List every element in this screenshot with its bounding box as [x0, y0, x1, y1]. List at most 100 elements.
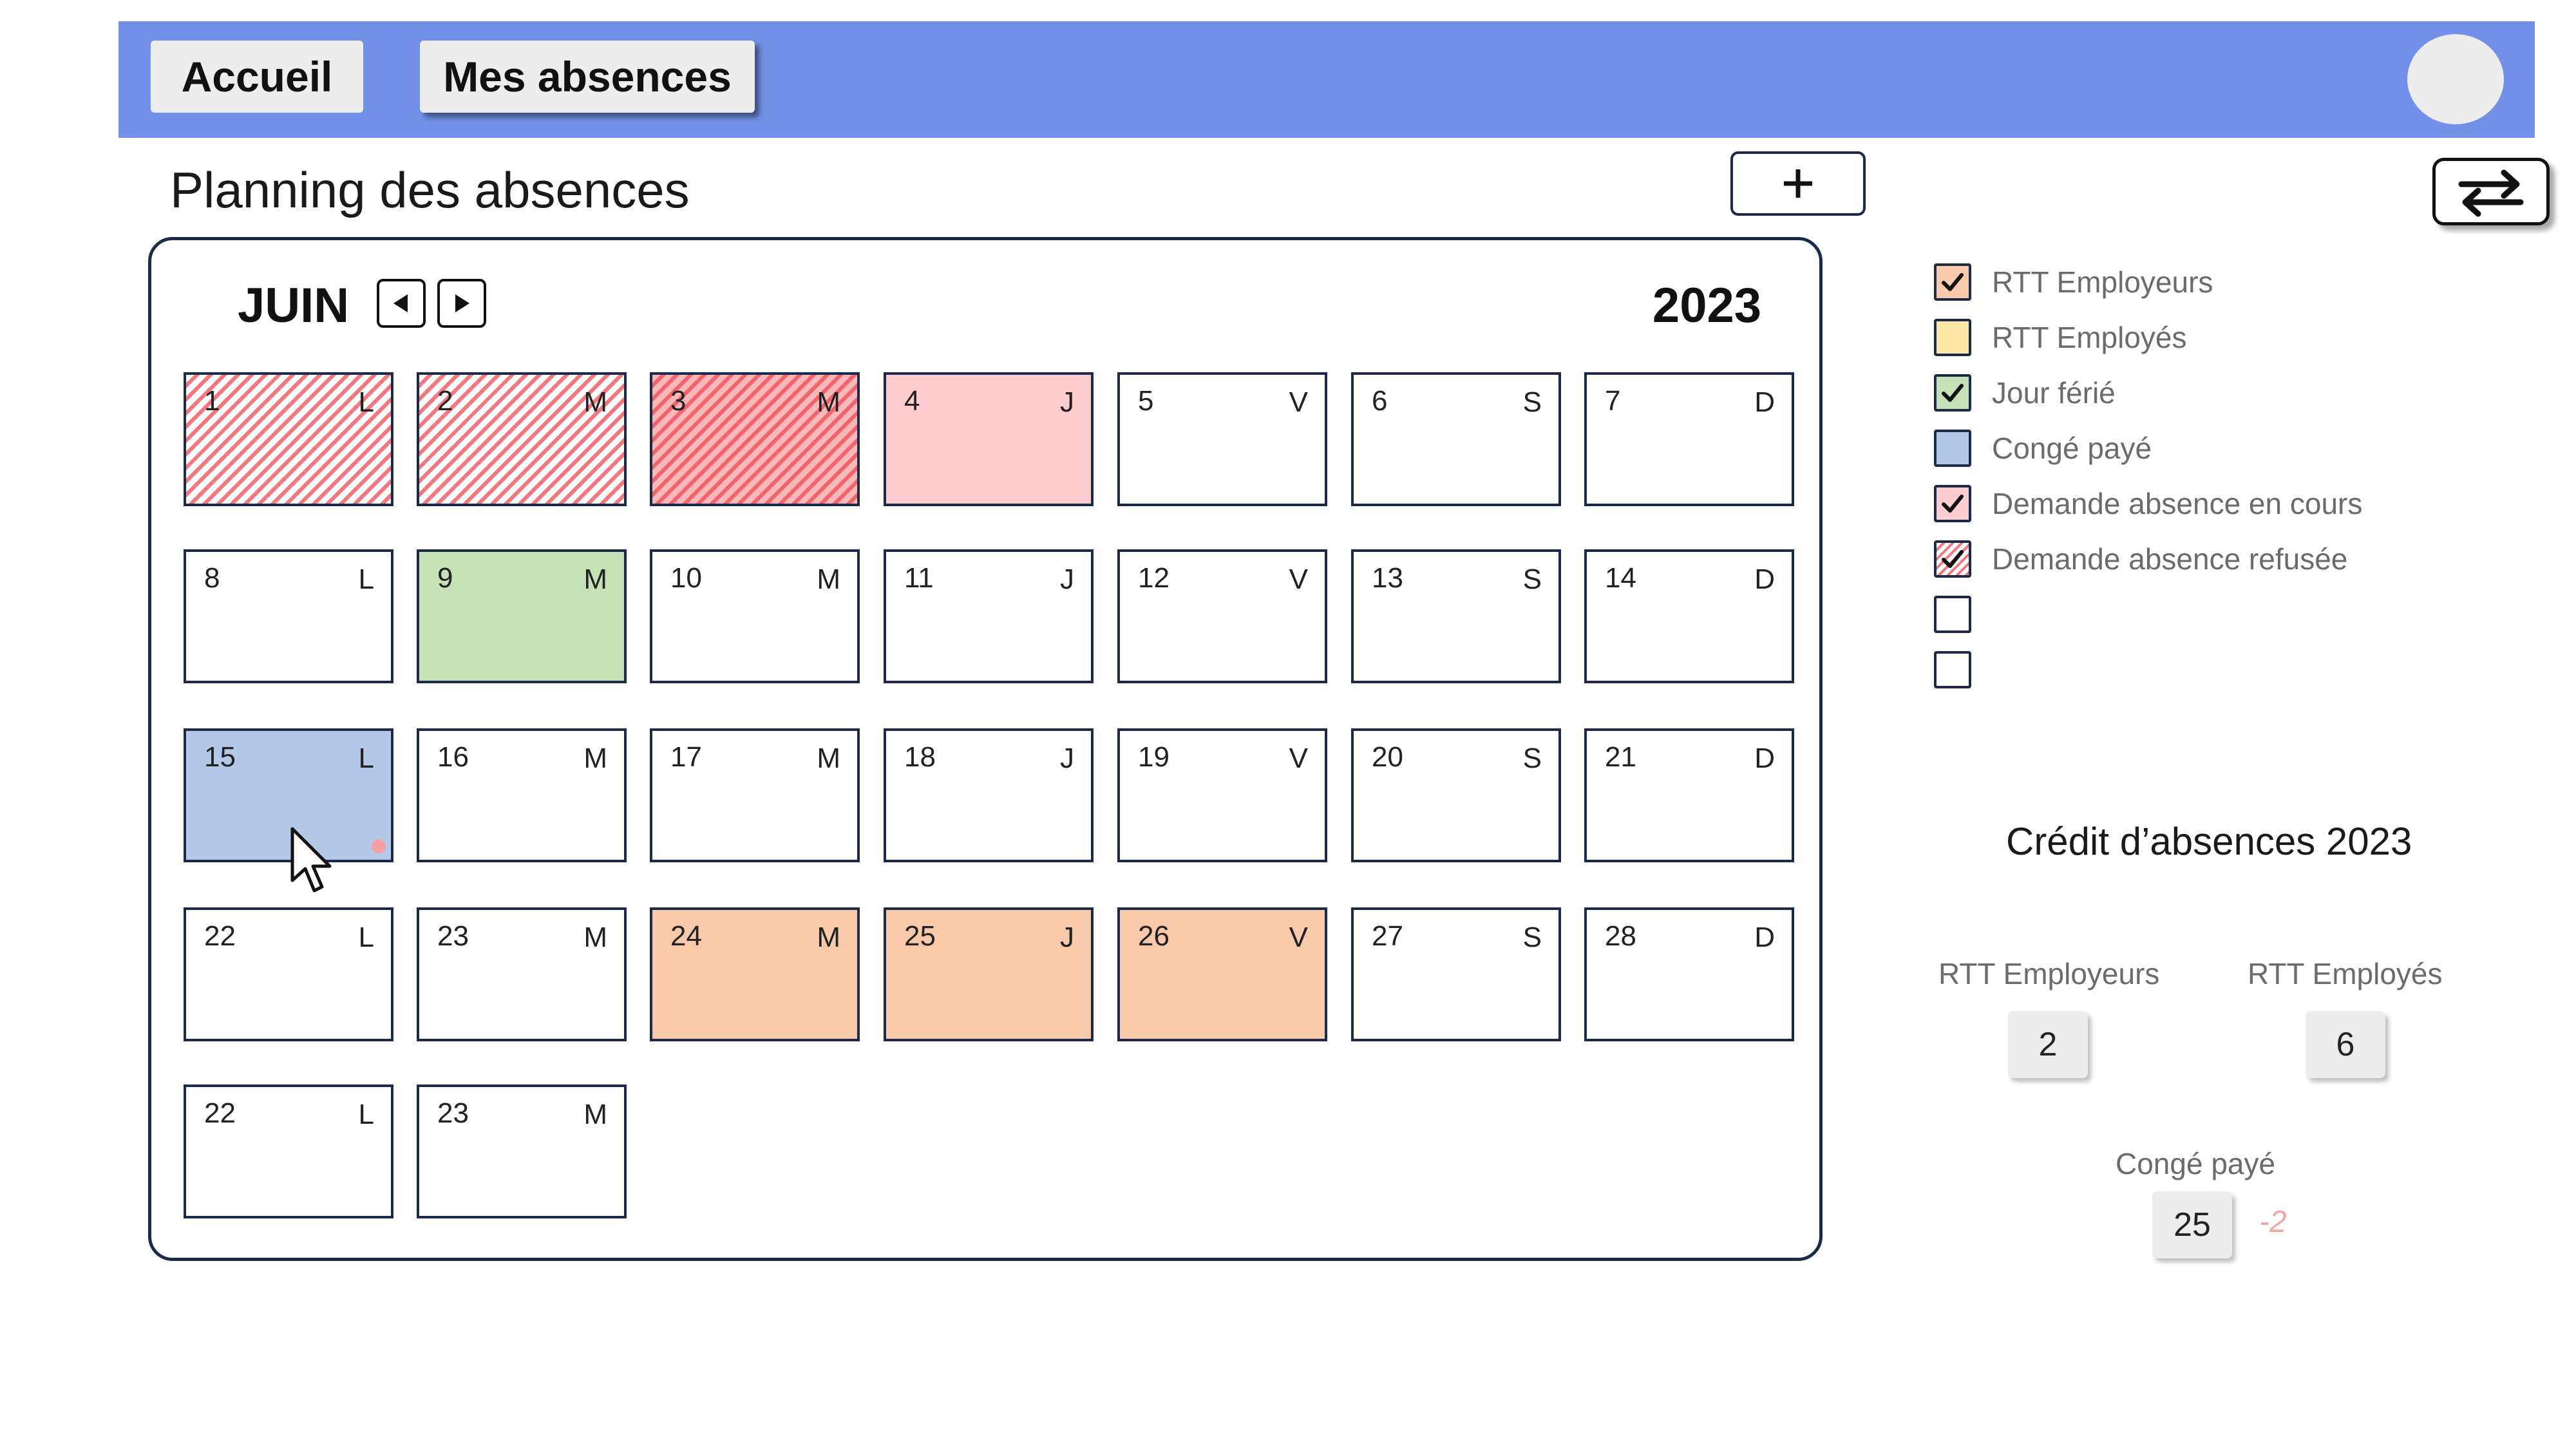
calendar-day[interactable]: 26 V	[1117, 907, 1327, 1041]
day-weekday: S	[1522, 743, 1542, 774]
next-month-button[interactable]	[437, 279, 486, 328]
day-weekday: V	[1289, 386, 1308, 418]
plus-icon	[1784, 169, 1812, 198]
day-number: 19	[1138, 741, 1170, 773]
calendar-day[interactable]: 16 M	[417, 728, 627, 862]
day-weekday: M	[583, 386, 607, 418]
calendar-day[interactable]: 23 M	[417, 1084, 627, 1218]
day-weekday: M	[583, 743, 607, 774]
day-weekday: M	[583, 564, 607, 595]
legend-item[interactable]	[1934, 594, 1971, 635]
year-label: 2023	[1652, 278, 1761, 333]
calendar-day[interactable]: 12 V	[1117, 549, 1327, 683]
previous-month-button[interactable]	[377, 279, 426, 328]
month-label: JUIN	[238, 278, 350, 333]
day-weekday: D	[1754, 743, 1775, 774]
calendar-day[interactable]: 22 L	[184, 1084, 393, 1218]
calendar-day[interactable]: 8L	[184, 549, 393, 683]
calendar-panel: JUIN 2023 1 L 2 M 3 M 4 J 5 V 6 S 7 D 8 L 9 M 10 M 11 J 12 V 13 S…	[148, 237, 1823, 1261]
day-number: 27	[1372, 920, 1403, 952]
nav-home-button[interactable]: Accueil	[151, 41, 363, 113]
calendar-day[interactable]: 1L	[184, 372, 393, 506]
day-number: 1	[204, 385, 220, 417]
triangle-right-icon	[455, 294, 469, 312]
legend-checkbox[interactable]	[1934, 540, 1971, 578]
day-number: 26	[1138, 920, 1170, 952]
top-navigation-bar: Accueil Mes absences	[118, 21, 2535, 138]
day-weekday: J	[1060, 922, 1074, 953]
legend-item[interactable]: RTT Employeurs	[1934, 261, 2213, 303]
legend-label: Demande absence refusée	[1992, 542, 2348, 576]
legend-item[interactable]: Jour férié	[1934, 372, 2116, 413]
mouse-pointer-icon	[290, 827, 332, 893]
day-weekday: L	[358, 743, 374, 774]
calendar-day[interactable]: 17 M	[650, 728, 860, 862]
day-weekday: M	[817, 743, 840, 774]
legend-label: Jour férié	[1992, 376, 2116, 410]
legend-checkbox[interactable]	[1934, 430, 1971, 467]
legend-checkbox[interactable]	[1934, 651, 1971, 688]
checkmark-icon	[1942, 495, 1964, 513]
legend-item[interactable]: RTT Employés	[1934, 317, 2187, 358]
calendar-day[interactable]: 20 S	[1351, 728, 1561, 862]
calendar-day[interactable]: 27 S	[1351, 907, 1561, 1041]
day-weekday: V	[1289, 922, 1308, 953]
legend-checkbox[interactable]	[1934, 485, 1971, 522]
legend-checkbox[interactable]	[1934, 374, 1971, 412]
legend-checkbox[interactable]	[1934, 596, 1971, 633]
day-weekday: D	[1754, 386, 1775, 418]
calendar-day[interactable]: 4J	[884, 372, 1094, 506]
calendar-day[interactable]: 18 J	[884, 728, 1094, 862]
calendar-day[interactable]: 10 M	[650, 549, 860, 683]
add-absence-button[interactable]	[1730, 151, 1866, 216]
calendar-day[interactable]: 25 J	[884, 907, 1094, 1041]
day-weekday: M	[817, 922, 840, 953]
day-number: 6	[1372, 385, 1388, 417]
day-weekday: M	[583, 1099, 607, 1130]
calendar-day[interactable]: 11 J	[884, 549, 1094, 683]
day-weekday: L	[358, 1099, 374, 1130]
day-number: 4	[904, 385, 920, 417]
day-number: 22	[204, 920, 236, 952]
calendar-day[interactable]: 5V	[1117, 372, 1327, 506]
day-number: 14	[1605, 562, 1636, 594]
calendar-day[interactable]: 7D	[1584, 372, 1794, 506]
calendar-day[interactable]: 19 V	[1117, 728, 1327, 862]
calendar-day[interactable]: 22 L	[184, 907, 393, 1041]
day-weekday: J	[1060, 564, 1074, 595]
calendar-day[interactable]: 2M	[417, 372, 627, 506]
delete-marker-icon[interactable]	[372, 839, 386, 853]
avatar[interactable]	[2407, 34, 2504, 124]
credits-title: Crédit d’absences 2023	[2006, 820, 2412, 863]
day-number: 2	[437, 385, 453, 417]
triangle-left-icon	[393, 294, 408, 312]
calendar-day[interactable]: 14 D	[1584, 549, 1794, 683]
day-number: 20	[1372, 741, 1403, 773]
calendar-day[interactable]: 21 D	[1584, 728, 1794, 862]
calendar-day[interactable]: 3M	[650, 372, 860, 506]
legend-item[interactable]	[1934, 649, 1971, 690]
calendar-day[interactable]: 9M	[417, 549, 627, 683]
calendar-day[interactable]: 28 D	[1584, 907, 1794, 1041]
legend-checkbox[interactable]	[1934, 319, 1971, 356]
calendar-day[interactable]: 24 M	[650, 907, 860, 1041]
day-number: 12	[1138, 562, 1170, 594]
nav-my-absences-button[interactable]: Mes absences	[420, 41, 755, 113]
day-number: 3	[670, 385, 687, 417]
legend-item[interactable]: Congé payé	[1934, 428, 2152, 469]
legend-item[interactable]: Demande absence refusée	[1934, 538, 2347, 580]
legend-item[interactable]: Demande absence en cours	[1934, 483, 2362, 524]
calendar-day[interactable]: 13 S	[1351, 549, 1561, 683]
swap-view-button[interactable]	[2432, 158, 2550, 225]
checkmark-icon	[1942, 273, 1964, 291]
swap-arrows-icon	[2458, 169, 2524, 216]
day-number: 10	[670, 562, 702, 594]
day-number: 11	[904, 562, 934, 594]
page-title: Planning des absences	[170, 162, 690, 218]
legend-checkbox[interactable]	[1934, 263, 1971, 301]
calendar-day[interactable]: 23 M	[417, 907, 627, 1041]
calendar-day[interactable]: 15 L	[184, 728, 393, 862]
day-number: 23	[437, 1097, 469, 1129]
calendar-day[interactable]: 6S	[1351, 372, 1561, 506]
day-weekday: J	[1060, 386, 1074, 418]
